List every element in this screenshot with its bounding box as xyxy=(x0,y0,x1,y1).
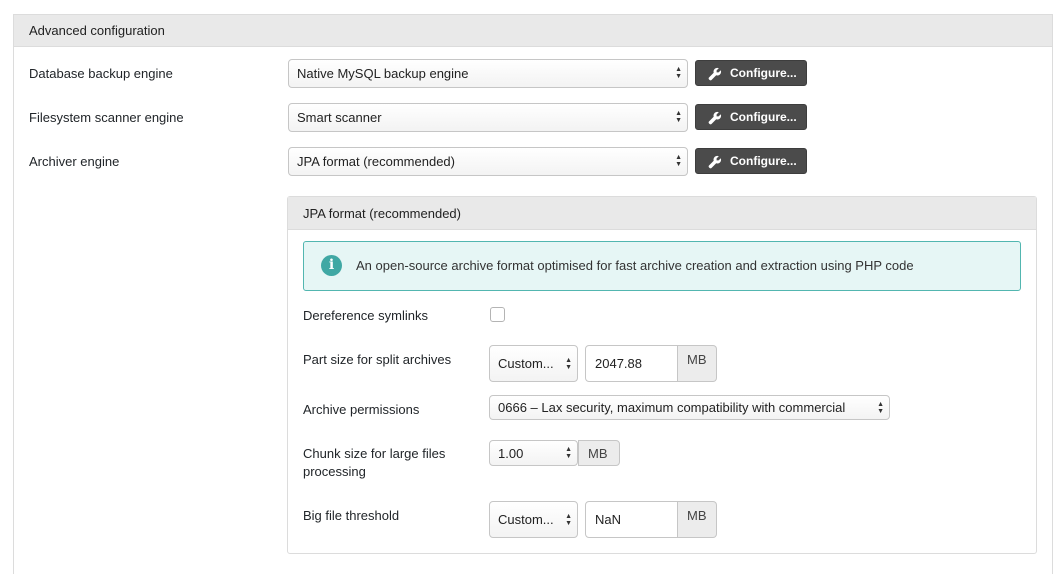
big-file-label: Big file threshold xyxy=(303,508,400,523)
select-arrows-icon: ▲ ▼ xyxy=(565,446,572,460)
big-file-select[interactable]: Custom... ▲ ▼ xyxy=(489,501,578,538)
info-icon: i xyxy=(321,255,342,276)
part-size-input[interactable]: 2047.88 xyxy=(585,345,678,382)
archiver-options-title: JPA format (recommended) xyxy=(288,197,1036,230)
archiver-engine-select[interactable]: JPA format (recommended) ▲ ▼ xyxy=(288,147,688,176)
select-arrows-icon: ▲ ▼ xyxy=(675,110,682,124)
filesystem-engine-label: Filesystem scanner engine xyxy=(29,110,184,125)
dereference-label: Dereference symlinks xyxy=(303,308,428,323)
select-arrows-icon: ▲ ▼ xyxy=(675,66,682,80)
big-file-input[interactable]: NaN xyxy=(585,501,678,538)
database-engine-label: Database backup engine xyxy=(29,66,173,81)
big-file-unit: MB xyxy=(678,501,717,538)
archiver-engine-value: JPA format (recommended) xyxy=(297,154,455,169)
chunk-size-unit: MB xyxy=(578,440,620,466)
panel-title: Advanced configuration xyxy=(14,15,1052,47)
permissions-select[interactable]: 0666 – Lax security, maximum compatibili… xyxy=(489,395,890,420)
database-engine-select[interactable]: Native MySQL backup engine ▲ ▼ xyxy=(288,59,688,88)
configure-filesystem-button[interactable]: Configure... xyxy=(695,104,807,130)
filesystem-engine-value: Smart scanner xyxy=(297,110,382,125)
chunk-size-label: Chunk size for large files processing xyxy=(303,446,446,479)
select-arrows-icon: ▲ ▼ xyxy=(877,401,884,415)
configure-database-button[interactable]: Configure... xyxy=(695,60,807,86)
dereference-checkbox[interactable] xyxy=(490,307,505,322)
configure-archiver-button[interactable]: Configure... xyxy=(695,148,807,174)
info-text: An open-source archive format optimised … xyxy=(356,258,914,273)
info-alert: i An open-source archive format optimise… xyxy=(303,241,1021,291)
database-engine-value: Native MySQL backup engine xyxy=(297,66,469,81)
filesystem-engine-select[interactable]: Smart scanner ▲ ▼ xyxy=(288,103,688,132)
wrench-icon xyxy=(708,111,722,125)
select-arrows-icon: ▲ ▼ xyxy=(565,357,572,371)
part-size-select[interactable]: Custom... ▲ ▼ xyxy=(489,345,578,382)
wrench-icon xyxy=(708,155,722,169)
part-size-label: Part size for split archives xyxy=(303,352,452,367)
wrench-icon xyxy=(708,67,722,81)
select-arrows-icon: ▲ ▼ xyxy=(565,513,572,527)
part-size-unit: MB xyxy=(678,345,717,382)
archiver-engine-label: Archiver engine xyxy=(29,154,120,169)
permissions-label: Archive permissions xyxy=(303,402,420,417)
select-arrows-icon: ▲ ▼ xyxy=(675,154,682,168)
chunk-size-select[interactable]: 1.00 ▲ ▼ xyxy=(489,440,578,466)
